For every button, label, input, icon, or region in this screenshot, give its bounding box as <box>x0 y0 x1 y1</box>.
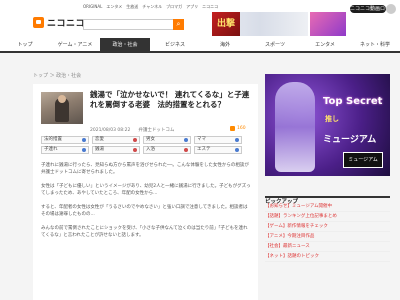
top-link[interactable]: ORIGINAL <box>83 4 102 10</box>
site-header: ORIGINAL エンタメ 生放送 チャンネル ブロマガ アプリ ニコニコ ニコ… <box>0 0 400 38</box>
tag-dot-icon <box>133 138 137 142</box>
top-link[interactable]: チャンネル <box>142 4 162 10</box>
pickup-item[interactable]: 【ネット】話題のトピック <box>265 252 390 262</box>
tag-dot-icon <box>235 148 239 152</box>
ad-banner[interactable]: 出撃 <box>212 12 308 36</box>
article-date: 2021/08/03 08:22 <box>90 128 131 133</box>
article-title: 銭湯で「泣かせないで！ 連れてくるな」と子連れを罵倒する老婆 法的措置をとれる？ <box>90 90 250 109</box>
tag-dot-icon <box>82 148 86 152</box>
top-link[interactable]: アプリ <box>186 4 198 10</box>
ad-banner-side[interactable] <box>310 12 346 36</box>
ad-main-text: ミュージアム <box>323 135 377 145</box>
tag-dot-icon <box>184 148 188 152</box>
nav-item-business[interactable]: ビジネス <box>150 38 200 51</box>
tag-item[interactable]: エステ <box>194 146 242 154</box>
sidebar-ad[interactable]: Top Secret 推し ミュージアム ミュージアム <box>265 74 390 176</box>
tag-dot-icon <box>82 138 86 142</box>
tag-label: 恋愛 <box>95 137 104 142</box>
nav-item-top[interactable]: トップ <box>0 38 50 51</box>
pickup-header: ピックアップ <box>265 188 390 205</box>
top-links: ORIGINAL エンタメ 生放送 チャンネル ブロマガ アプリ ニコニコ <box>83 4 218 10</box>
article-paragraph: 女性は「子どもに優しい」というイメージがあり、幼児2人と一緒に銭湯に行きました。… <box>41 184 251 196</box>
pickup-item[interactable]: 【社会】最新ニュース <box>265 242 390 252</box>
article-meta: 2021/08/03 08:22 弁護士ドットコム <box>90 127 174 133</box>
tag-item[interactable]: 入浴 <box>143 146 191 154</box>
like-icon[interactable] <box>230 126 235 131</box>
tag-item[interactable]: 男女 <box>143 136 191 144</box>
tag-list: 法的措置 恋愛 男女 ママ 子連れ 銭湯 入浴 エステ <box>41 136 251 156</box>
ad-badge: ミュージアム <box>343 152 383 168</box>
nav-item-net-science[interactable]: ネット・科学 <box>350 38 400 51</box>
pickup-item[interactable]: 【アニメ】今期注目作品 <box>265 232 390 242</box>
tag-item[interactable]: ママ <box>194 136 242 144</box>
person-head <box>58 95 66 103</box>
tag-item[interactable]: 恋愛 <box>92 136 140 144</box>
tag-label: 入浴 <box>146 147 155 152</box>
ad-title: Top Secret <box>323 96 383 107</box>
character-illustration <box>275 82 315 172</box>
article-body: 子連れに銭湯に行ったら、見知らぬ方から罵声を浴びせられた──。こんな体験をした女… <box>41 162 251 246</box>
article-paragraph: すると、年配者の女性は女性が「うるさいのでやめなさい」と強い口調で注意してきまし… <box>41 205 248 217</box>
pickup-list: 【お知らせ】ミュージアム開催中 【話題】ランキング上位記事まとめ 【ゲーム】新作… <box>265 202 390 262</box>
tag-item[interactable]: 銭湯 <box>92 146 140 154</box>
ad-subtitle: 推し <box>325 115 339 123</box>
banner-text: 出撃 <box>212 12 240 36</box>
nav-item-entertainment[interactable]: エンタメ <box>300 38 350 51</box>
tag-label: 銭湯 <box>95 147 104 152</box>
top-link[interactable]: ブロマガ <box>166 4 182 10</box>
tag-item[interactable]: 法的措置 <box>41 136 89 144</box>
tag-row: 法的措置 恋愛 男女 ママ <box>41 136 251 144</box>
pickup-item[interactable]: 【ゲーム】新作情報をチェック <box>265 222 390 232</box>
tag-dot-icon <box>235 138 239 142</box>
tag-label: エステ <box>197 147 211 152</box>
article-paragraph: 子連れに銭湯に行ったら、見知らぬ方から罵声を浴びせられた──。こんな体験をした女… <box>41 163 249 175</box>
article-paragraph: みんなの前で罵倒されたことにショックを受け、「小さな子供なんて泣くのは当たり前」… <box>41 226 248 238</box>
tag-row: 子連れ 銭湯 入浴 エステ <box>41 146 251 154</box>
tag-item[interactable]: 子連れ <box>41 146 89 154</box>
article-card: 銭湯で「泣かせないで！ 連れてくるな」と子連れを罵倒する老婆 法的措置をとれる？… <box>33 84 258 300</box>
nav-item-game-anime[interactable]: ゲーム・アニメ <box>50 38 100 51</box>
category-nav: トップ ゲーム・アニメ 政治・社会 ビジネス 海外 スポーツ エンタメ ネット・… <box>0 38 400 53</box>
article-source[interactable]: 弁護士ドットコム <box>138 128 174 133</box>
tv-icon <box>33 17 44 28</box>
top-link[interactable]: 生放送 <box>126 4 138 10</box>
like-count: 160 <box>237 126 246 131</box>
search-input[interactable] <box>83 19 183 30</box>
top-link[interactable]: ニコニコ <box>202 4 218 10</box>
avatar-icon[interactable] <box>386 4 396 14</box>
tag-label: 子連れ <box>44 147 58 152</box>
nav-item-sports[interactable]: スポーツ <box>250 38 300 51</box>
tag-label: 法的措置 <box>44 137 62 142</box>
nav-item-politics-society[interactable]: 政治・社会 <box>100 38 150 51</box>
pickup-item[interactable]: 【話題】ランキング上位記事まとめ <box>265 212 390 222</box>
tag-label: 男女 <box>146 137 155 142</box>
top-link[interactable]: エンタメ <box>106 4 122 10</box>
article-thumbnail <box>41 92 83 124</box>
tag-dot-icon <box>184 138 188 142</box>
tag-dot-icon <box>133 148 137 152</box>
tag-label: ママ <box>197 137 206 142</box>
breadcrumb[interactable]: トップ ＞ 政治・社会 <box>33 72 81 79</box>
search-icon[interactable] <box>173 19 184 30</box>
pickup-item[interactable]: 【お知らせ】ミュージアム開催中 <box>265 202 390 212</box>
nav-item-overseas[interactable]: 海外 <box>200 38 250 51</box>
login-button[interactable]: ニコニコ動画ログイン <box>350 5 400 13</box>
